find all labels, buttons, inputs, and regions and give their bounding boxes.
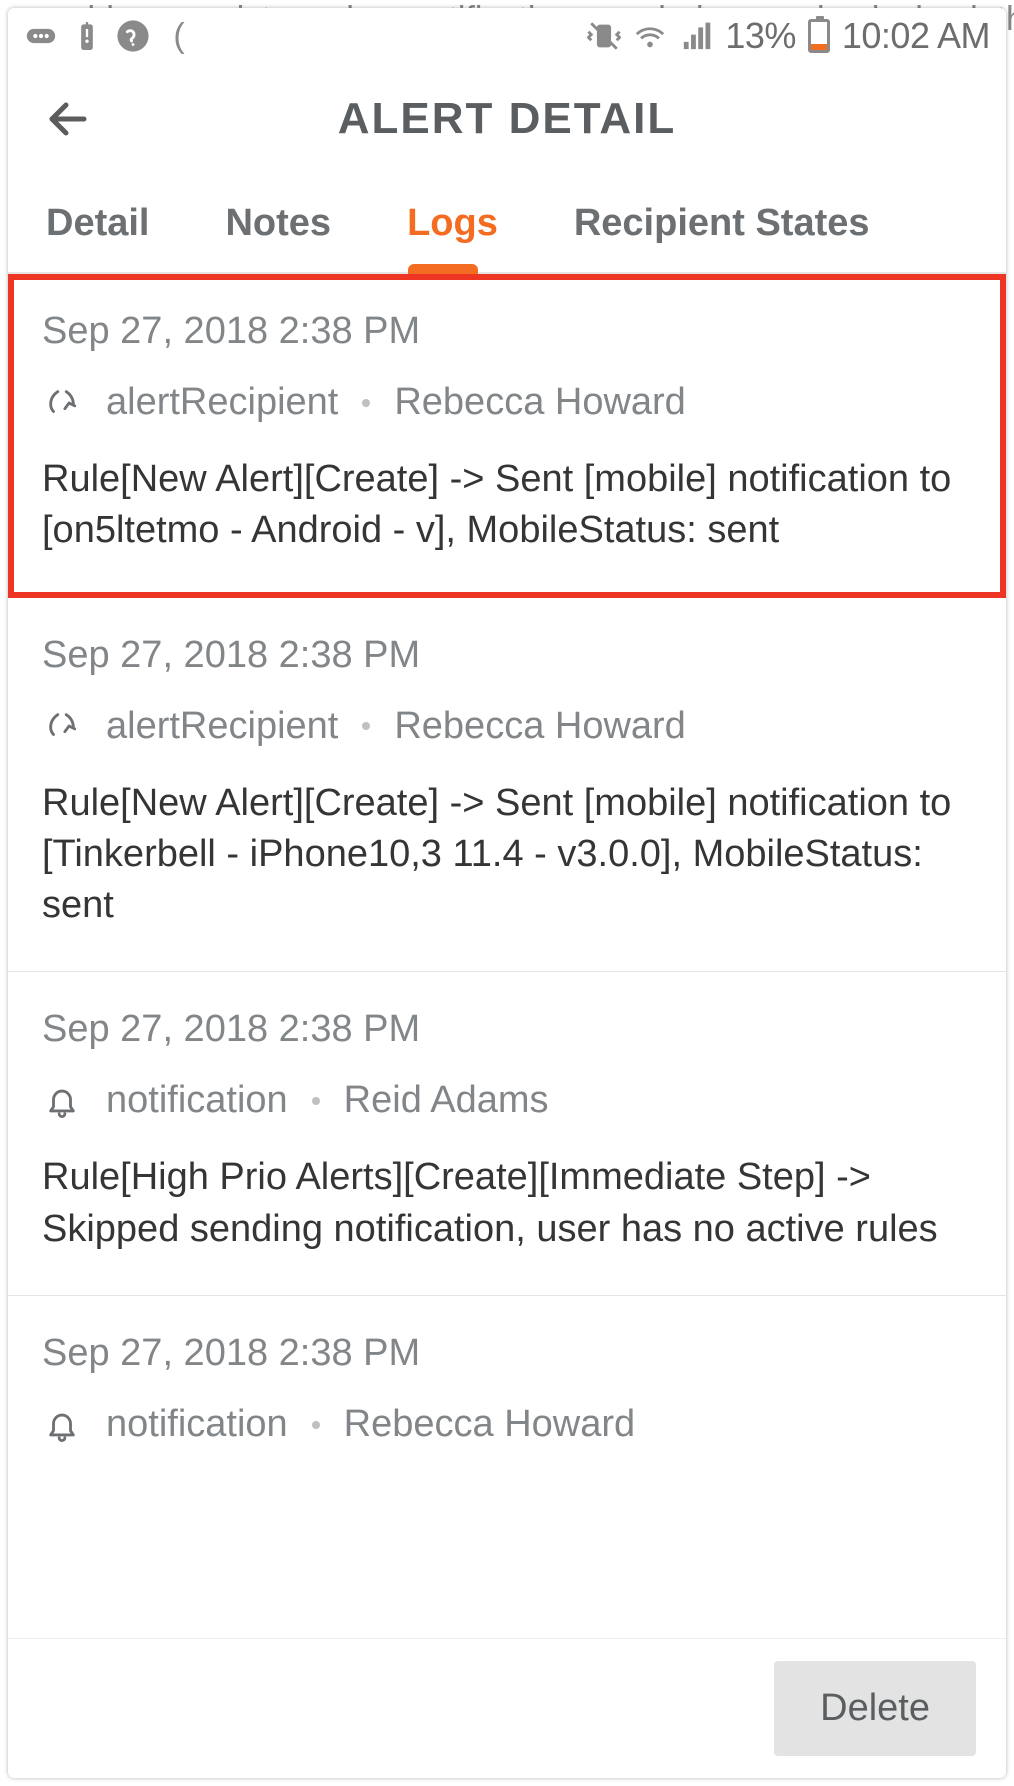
recipient-icon	[42, 383, 82, 423]
log-message: Rule[New Alert][Create] -> Sent [mobile]…	[42, 778, 972, 932]
separator-dot	[362, 399, 370, 407]
separator-dot	[312, 1421, 320, 1429]
tab-detail[interactable]: Detail	[8, 174, 187, 272]
battery-percent: 13%	[725, 15, 796, 57]
log-meta: notification Rebecca Howard	[42, 1403, 972, 1446]
log-entry[interactable]: Sep 27, 2018 2:38 PM notification Rebecc…	[8, 1296, 1006, 1486]
signal-icon	[679, 19, 713, 53]
log-type: alertRecipient	[106, 381, 338, 424]
log-message: Rule[New Alert][Create] -> Sent [mobile]…	[42, 454, 972, 557]
log-entry[interactable]: Sep 27, 2018 2:38 PM alertRecipient Rebe…	[8, 274, 1006, 598]
log-timestamp: Sep 27, 2018 2:38 PM	[42, 634, 972, 677]
delete-button[interactable]: Delete	[774, 1661, 976, 1756]
log-message: Rule[High Prio Alerts][Create][Immediate…	[42, 1152, 972, 1255]
wifi-icon	[633, 19, 667, 53]
logs-list[interactable]: Sep 27, 2018 2:38 PM alertRecipient Rebe…	[8, 274, 1006, 1638]
bell-icon	[42, 1405, 82, 1445]
status-bar-right: 13% 10:02 AM	[587, 15, 990, 57]
battery-icon	[808, 19, 830, 53]
log-type: notification	[106, 1403, 288, 1446]
vibrate-icon	[587, 19, 621, 53]
log-timestamp: Sep 27, 2018 2:38 PM	[42, 1008, 972, 1051]
bell-icon	[42, 1081, 82, 1121]
log-meta: alertRecipient Rebecca Howard	[42, 381, 972, 424]
tab-recipient-states[interactable]: Recipient States	[536, 174, 908, 272]
log-type: alertRecipient	[106, 705, 338, 748]
separator-dot	[312, 1097, 320, 1105]
log-user: Rebecca Howard	[344, 1403, 635, 1446]
more-icon	[24, 19, 58, 53]
tab-bar: Detail Notes Logs Recipient States	[8, 174, 1006, 274]
tab-logs[interactable]: Logs	[369, 174, 536, 272]
dnd-icon	[116, 19, 150, 53]
recipient-icon	[42, 706, 82, 746]
footer-bar: Delete	[8, 1638, 1006, 1778]
status-bar-left: (	[24, 19, 196, 53]
log-meta: alertRecipient Rebecca Howard	[42, 705, 972, 748]
battery-alert-icon	[70, 19, 104, 53]
paren-icon: (	[162, 19, 196, 53]
log-entry[interactable]: Sep 27, 2018 2:38 PM alertRecipient Rebe…	[8, 598, 1006, 973]
log-type: notification	[106, 1079, 288, 1122]
log-meta: notification Reid Adams	[42, 1079, 972, 1122]
page-title: ALERT DETAIL	[38, 94, 976, 144]
log-timestamp: Sep 27, 2018 2:38 PM	[42, 310, 972, 353]
app-header: ALERT DETAIL	[8, 64, 1006, 174]
app-screen: ( 13% 10:02 AM ALERT DETAIL Detail Notes…	[8, 8, 1006, 1778]
log-user: Rebecca Howard	[394, 705, 685, 748]
separator-dot	[362, 722, 370, 730]
active-tab-indicator	[408, 264, 478, 274]
log-user: Rebecca Howard	[394, 381, 685, 424]
clock: 10:02 AM	[842, 15, 990, 57]
tab-notes[interactable]: Notes	[187, 174, 369, 272]
log-entry[interactable]: Sep 27, 2018 2:38 PM notification Reid A…	[8, 972, 1006, 1296]
status-bar: ( 13% 10:02 AM	[8, 8, 1006, 64]
log-user: Reid Adams	[344, 1079, 549, 1122]
log-timestamp: Sep 27, 2018 2:38 PM	[42, 1332, 972, 1375]
